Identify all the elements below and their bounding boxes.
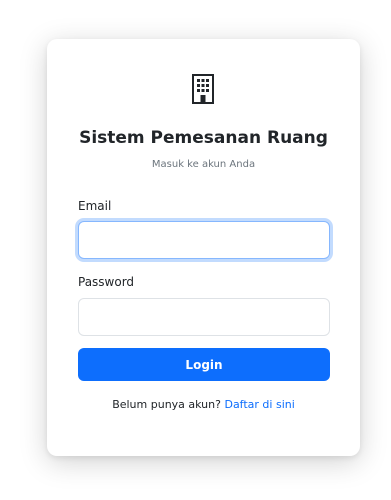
page-background: Sistem Pemesanan Ruang Masuk ke akun And… xyxy=(0,0,391,500)
login-card: Sistem Pemesanan Ruang Masuk ke akun And… xyxy=(47,39,360,456)
password-label: Password xyxy=(78,275,135,289)
register-link[interactable]: Daftar di sini xyxy=(224,398,294,411)
register-prompt: Belum punya akun? Daftar di sini xyxy=(47,398,360,411)
building-icon xyxy=(192,74,214,104)
page-subtitle: Masuk ke akun Anda xyxy=(151,159,256,170)
register-prompt-text: Belum punya akun? xyxy=(112,398,221,411)
email-label: Email xyxy=(78,199,112,213)
password-field[interactable] xyxy=(78,298,330,336)
login-button[interactable]: Login xyxy=(78,348,330,381)
page-title: Sistem Pemesanan Ruang xyxy=(79,128,328,148)
email-field[interactable] xyxy=(78,221,330,259)
